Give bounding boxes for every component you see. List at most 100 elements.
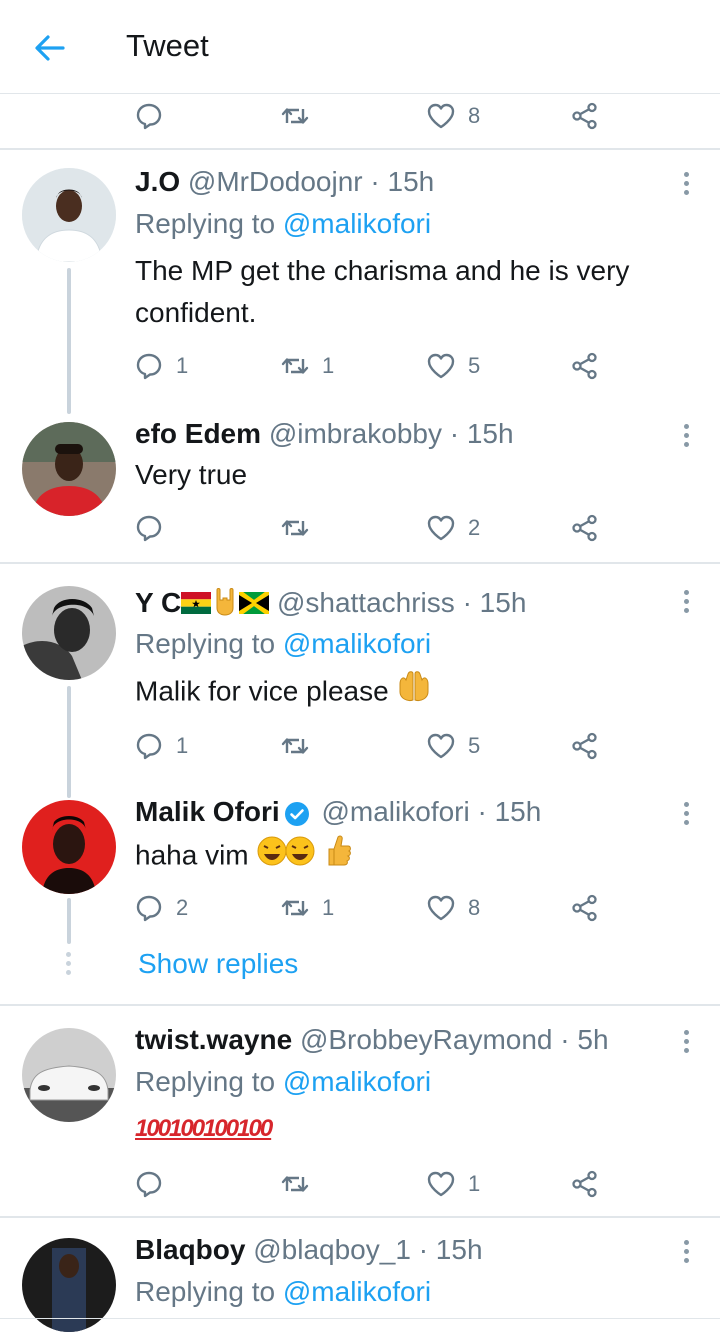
- divider: [0, 1216, 720, 1218]
- mention-link[interactable]: @malikofori: [283, 208, 431, 239]
- share-button[interactable]: [570, 346, 600, 386]
- tweet-meta: efo Edem @imbrakobby · 15h: [135, 418, 514, 450]
- back-arrow-icon[interactable]: [30, 28, 70, 68]
- share-button[interactable]: [570, 96, 600, 136]
- reply-button[interactable]: 1: [134, 346, 188, 386]
- timestamp: 15h: [466, 418, 514, 449]
- reply-button[interactable]: [134, 508, 176, 548]
- more-icon[interactable]: [676, 172, 696, 202]
- show-replies-link[interactable]: Show replies: [138, 948, 298, 980]
- retweet-button[interactable]: [280, 96, 310, 136]
- like-button[interactable]: 2: [426, 508, 480, 548]
- heart-icon: [426, 101, 456, 131]
- share-button[interactable]: [570, 726, 600, 766]
- timestamp: 15h: [494, 796, 542, 827]
- flag-jamaica-icon: [237, 589, 271, 621]
- share-icon: [570, 101, 600, 131]
- more-icon[interactable]: [676, 424, 696, 454]
- retweet-button[interactable]: [280, 508, 322, 548]
- display-name[interactable]: efo Edem: [135, 418, 261, 449]
- heart-icon: [426, 731, 456, 761]
- retweet-button[interactable]: [280, 1164, 322, 1204]
- avatar[interactable]: [22, 422, 116, 516]
- reply-button[interactable]: 1: [134, 726, 188, 766]
- timestamp: 15h: [435, 1234, 483, 1265]
- timestamp: 5h: [577, 1024, 609, 1055]
- like-button[interactable]: 5: [426, 726, 480, 766]
- separator-dot: ·: [462, 586, 472, 618]
- like-count: 8: [468, 895, 481, 920]
- heart-icon: [426, 893, 456, 923]
- like-button[interactable]: 1: [426, 1164, 480, 1204]
- flag-ghana-icon: [181, 589, 212, 621]
- hundred-points-emoji-text: 100100100100: [135, 1115, 273, 1142]
- replying-to: Replying to @malikofori: [135, 1276, 431, 1308]
- avatar[interactable]: [22, 586, 116, 680]
- tweet-meta: Blaqboy @blaqboy_1 · 15h: [135, 1234, 483, 1266]
- retweet-count: 1: [322, 353, 335, 378]
- handle[interactable]: @shattachriss: [277, 587, 455, 618]
- handle[interactable]: @BrobbeyRaymond: [300, 1024, 553, 1055]
- display-name[interactable]: twist.wayne: [135, 1024, 292, 1055]
- tweet-text: Malik for vice please: [135, 675, 389, 707]
- tweet-text: Very true: [135, 459, 248, 490]
- timestamp: 15h: [387, 166, 435, 197]
- reply-count: 2: [176, 895, 189, 920]
- avatar[interactable]: [22, 168, 116, 262]
- handle[interactable]: @MrDodoojnr: [188, 166, 363, 197]
- more-icon[interactable]: [676, 590, 696, 620]
- retweet-icon: [280, 893, 310, 923]
- top-app-bar: Tweet: [0, 0, 720, 94]
- handle[interactable]: @malikofori: [321, 796, 469, 827]
- thread-line: [67, 268, 71, 414]
- reply-icon: [134, 731, 164, 761]
- like-button[interactable]: 8: [426, 888, 480, 928]
- share-icon: [570, 893, 600, 923]
- more-icon[interactable]: [676, 1030, 696, 1060]
- retweet-button[interactable]: [280, 726, 322, 766]
- display-name[interactable]: J.O: [135, 166, 180, 197]
- palms-up-icon: [396, 670, 432, 716]
- replying-prefix: Replying to: [135, 1066, 276, 1097]
- share-button[interactable]: [570, 1164, 600, 1204]
- like-count: 5: [468, 353, 481, 378]
- share-icon: [570, 1169, 600, 1199]
- avatar[interactable]: [22, 800, 116, 894]
- handle[interactable]: @imbrakobby: [269, 418, 442, 449]
- share-icon: [570, 731, 600, 761]
- divider: [0, 148, 720, 150]
- tweet-actions: 1: [0, 1164, 720, 1204]
- share-button[interactable]: [570, 508, 600, 548]
- like-button[interactable]: 8: [426, 96, 480, 136]
- display-name[interactable]: Y C: [135, 587, 181, 618]
- reply-icon: [134, 351, 164, 381]
- retweet-button[interactable]: 1: [280, 888, 334, 928]
- verified-icon: [284, 801, 310, 827]
- display-name[interactable]: Blaqboy: [135, 1234, 245, 1265]
- heart-icon: [426, 1169, 456, 1199]
- reply-button[interactable]: [134, 1164, 176, 1204]
- share-button[interactable]: [570, 888, 600, 928]
- more-icon[interactable]: [676, 802, 696, 832]
- more-icon[interactable]: [676, 1240, 696, 1270]
- handle[interactable]: @blaqboy_1: [253, 1234, 411, 1265]
- share-icon: [570, 513, 600, 543]
- retweet-button[interactable]: 1: [280, 346, 334, 386]
- like-button[interactable]: 5: [426, 346, 480, 386]
- replying-to: Replying to @malikofori: [135, 208, 431, 240]
- retweet-icon: [280, 101, 310, 131]
- mention-link[interactable]: @malikofori: [283, 1066, 431, 1097]
- separator-dot: ·: [449, 418, 460, 449]
- reply-icon: [134, 513, 164, 543]
- mention-link[interactable]: @malikofori: [283, 1276, 431, 1307]
- reply-icon: [134, 893, 164, 923]
- tweet-actions: 1 5: [0, 726, 720, 766]
- reply-count: 1: [176, 733, 189, 758]
- mention-link[interactable]: @malikofori: [283, 628, 431, 659]
- reply-button[interactable]: 2: [134, 888, 188, 928]
- avatar[interactable]: [22, 1028, 116, 1122]
- like-count: 2: [468, 515, 481, 540]
- reply-button[interactable]: [134, 96, 164, 136]
- thumbs-up-icon: [328, 835, 352, 879]
- display-name[interactable]: Malik Ofori: [135, 796, 280, 827]
